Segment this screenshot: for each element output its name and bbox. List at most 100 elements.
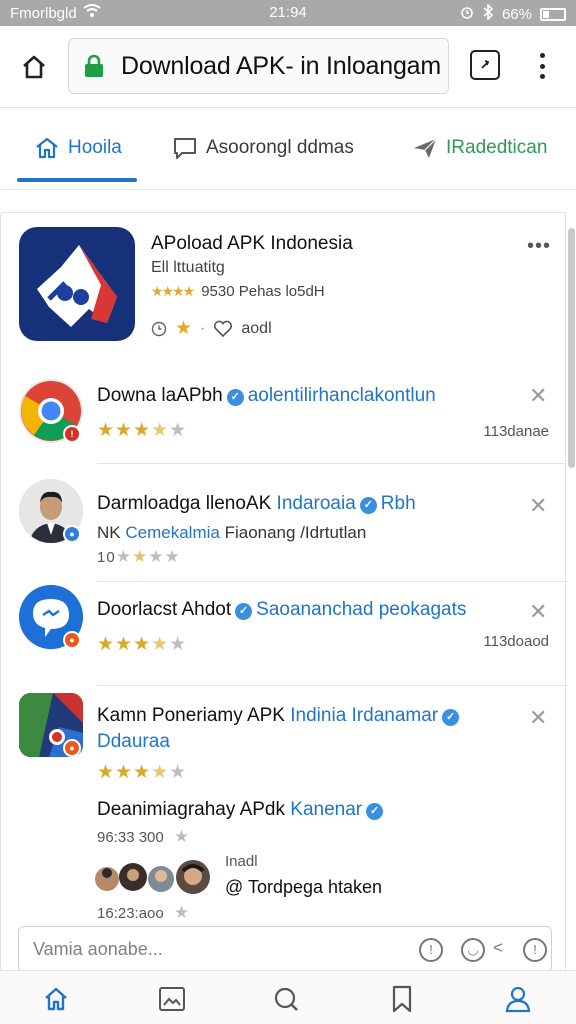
- sub-post-name: Deanimiagrahay APdk: [97, 799, 285, 820]
- more-options-button[interactable]: •••: [527, 235, 551, 258]
- list-item[interactable]: ● Darmloadga llenoAK Indaroaia ✓ Rbh NK Ce…: [1, 475, 567, 583]
- alert-icon[interactable]: !: [523, 938, 547, 962]
- close-icon[interactable]: ✕: [529, 705, 547, 731]
- divider: [97, 685, 567, 686]
- bottom-time: 16:23:aoo: [97, 905, 164, 922]
- nav-profile[interactable]: [502, 983, 534, 1015]
- verified-icon: ✓: [442, 709, 460, 726]
- home-icon: [23, 55, 45, 79]
- battery-icon: [540, 7, 566, 21]
- row-title: Downa laAPbh ✓ aolentilirhanclakontlun: [97, 385, 436, 407]
- row-rating: ★★★★★: [97, 762, 188, 783]
- close-icon[interactable]: ✕: [529, 493, 547, 519]
- row-subtitle: Ddauraa: [97, 731, 170, 753]
- notification-badge: ●: [63, 631, 81, 649]
- tab-apps[interactable]: Asoorongl ddmas: [172, 130, 354, 166]
- list-item[interactable]: ! Downa laAPbh ✓ aolentilirhanclakontlun ★…: [1, 373, 567, 473]
- home-button[interactable]: [14, 48, 54, 86]
- star-icon[interactable]: ★: [174, 827, 189, 846]
- sub-label: Inadl: [225, 853, 258, 870]
- menu-dot: [539, 63, 545, 69]
- menu-dot: [539, 74, 545, 79]
- row-link[interactable]: aolentilirhanclakontlun: [248, 385, 436, 406]
- mention-link[interactable]: @ Tordpega htaken: [225, 877, 382, 898]
- row-sub-link[interactable]: Ddauraa: [97, 731, 170, 752]
- list-item[interactable]: ● Kamn Poneriamy APK Indinia Irdanamar ✓ …: [1, 689, 567, 939]
- row-link[interactable]: Indinia Irdanamar: [290, 705, 438, 726]
- overflow-menu-button[interactable]: [530, 50, 554, 82]
- row-subtitle: NK Cemekalmia Fiaonang /Idrtutlan: [97, 523, 366, 543]
- nav-bookmarks[interactable]: [386, 983, 418, 1015]
- tab-trending-label: IRadedtican: [446, 137, 548, 158]
- featured-app-icon[interactable]: [19, 227, 135, 341]
- less-icon[interactable]: <: [493, 938, 503, 958]
- avatar-group[interactable]: [95, 859, 215, 895]
- chat-bubble-icon: [174, 138, 196, 159]
- search-icon: [274, 987, 298, 1011]
- comment-placeholder: Vamia aonabe...: [33, 939, 163, 959]
- row-rating: 10★★★★: [97, 547, 181, 566]
- active-tab-indicator: [17, 178, 137, 182]
- rating-text: 9530 Pehas lo5dH: [201, 283, 325, 300]
- app-logo-icon: [37, 245, 117, 327]
- star-icon[interactable]: ★: [174, 903, 189, 922]
- notification-badge: ●: [63, 739, 81, 757]
- address-bar[interactable]: Download APK- in Inloangam: [68, 38, 449, 94]
- row-name: Downa laAPbh: [97, 385, 223, 406]
- tab-home[interactable]: Hooila: [34, 130, 122, 166]
- category-tabs: Hooila Asoorongl ddmas IRadedtican: [0, 108, 576, 190]
- sub-post-meta: 96:33 300 ★: [97, 827, 189, 847]
- row-title: Kamn Poneriamy APK Indinia Irdanamar ✓: [97, 705, 463, 727]
- close-icon[interactable]: ✕: [529, 383, 547, 409]
- content-card: APoload APK Indonesia Ell lttuatitg ★★★★…: [0, 212, 567, 972]
- home-icon: [45, 987, 67, 1011]
- clock-icon[interactable]: [151, 321, 167, 337]
- verified-icon: ✓: [226, 389, 244, 406]
- status-badge: ●: [63, 525, 81, 543]
- row-name: Darmloadga llenoAK: [97, 493, 272, 514]
- heart-icon[interactable]: [213, 320, 233, 338]
- row-rating: ★★★★★: [97, 419, 187, 442]
- row-link[interactable]: Indaroaia: [277, 493, 356, 514]
- stars-filled: ★★★: [97, 420, 152, 441]
- featured-rating: ★★★★ 9530 Pehas lo5dH: [151, 283, 325, 300]
- nav-home[interactable]: [40, 983, 72, 1015]
- featured-app-title[interactable]: APoload APK Indonesia: [151, 233, 353, 255]
- bottom-meta: 16:23:aoo ★: [97, 903, 189, 923]
- sub-post-title: Deanimiagrahay APdk Kanenar ✓: [97, 799, 387, 821]
- star-icon[interactable]: ★: [175, 317, 192, 340]
- row-title: Darmloadga llenoAK Indaroaia ✓ Rbh: [97, 493, 416, 515]
- info-icon[interactable]: !: [419, 938, 443, 962]
- browser-toolbar: Download APK- in Inloangam: [0, 26, 576, 108]
- comment-input[interactable]: Vamia aonabe... ! ◡ < !: [18, 926, 552, 972]
- scrollbar[interactable]: [568, 228, 575, 468]
- divider: [97, 463, 567, 464]
- bluetooth-icon: [482, 3, 494, 24]
- url-text: Download APK- in Inloangam: [121, 52, 441, 80]
- bookmark-icon: [392, 985, 412, 1013]
- tab-home-label: Hooila: [68, 137, 122, 158]
- tab-trending[interactable]: IRadedtican: [412, 130, 547, 166]
- nav-gallery[interactable]: [156, 983, 188, 1015]
- image-icon: [159, 987, 185, 1011]
- rating-stars: ★★★★: [151, 283, 195, 299]
- nav-search[interactable]: [270, 983, 302, 1015]
- add-label[interactable]: aodl: [241, 320, 271, 338]
- row-sub-link[interactable]: Cemekalmia: [125, 523, 219, 542]
- emoji-icon[interactable]: ◡: [461, 938, 485, 962]
- verified-icon: ✓: [235, 603, 253, 620]
- tab-switcher-button[interactable]: [470, 50, 500, 80]
- home-outline-icon: [36, 137, 58, 159]
- status-right: 66%: [460, 3, 566, 24]
- close-icon[interactable]: ✕: [529, 599, 547, 625]
- row-count: 10: [97, 549, 116, 566]
- status-bar: Fmorlbgld 21:94 66%: [0, 0, 576, 26]
- notification-badge: !: [63, 425, 81, 443]
- tab-switch-icon: [481, 60, 490, 69]
- star-empty: ★: [169, 420, 188, 441]
- list-item[interactable]: ● Doorlacst Ahdot ✓ Saoananchad peokagats …: [1, 583, 567, 689]
- row-name: Doorlacst Ahdot: [97, 599, 232, 620]
- sub-post-link[interactable]: Kanenar: [290, 799, 362, 820]
- row-link[interactable]: Saoananchad peokagats: [256, 599, 466, 620]
- row-name: Kamn Poneriamy APK: [97, 705, 285, 726]
